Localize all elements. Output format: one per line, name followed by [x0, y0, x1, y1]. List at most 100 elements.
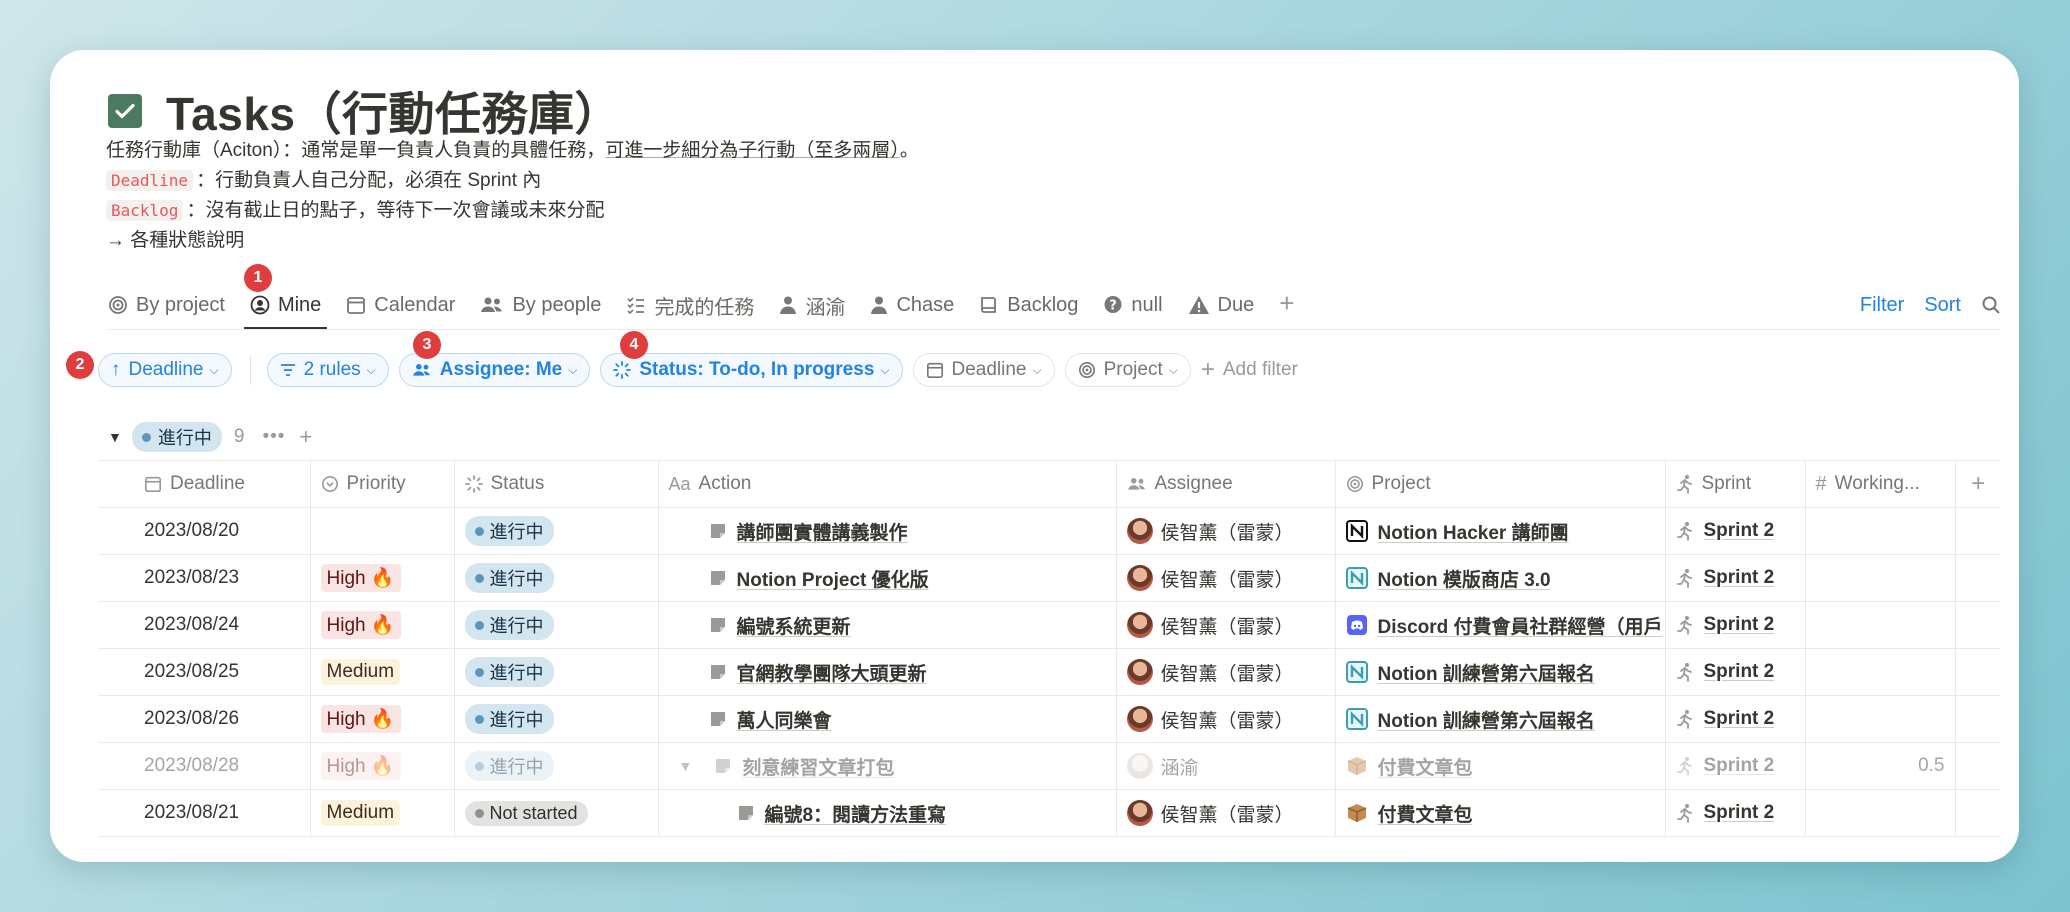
cell-action[interactable]: 官網教學團隊大頭更新: [658, 648, 1117, 696]
cell-action[interactable]: 編號系統更新: [658, 601, 1117, 649]
cell-priority[interactable]: High 🔥: [310, 695, 455, 743]
cell-sprint[interactable]: Sprint 2: [1665, 742, 1806, 790]
rules-chip[interactable]: 2 rules ⌵: [266, 353, 389, 387]
collapse-triangle-icon[interactable]: ▼: [108, 429, 122, 445]
action-title[interactable]: 編號8：閱讀方法重寫: [765, 800, 947, 827]
cell-assignee[interactable]: 侯智薰（雷蒙）: [1116, 554, 1336, 602]
cell-project[interactable]: Notion Hacker 講師團: [1335, 507, 1666, 555]
cell-priority[interactable]: Medium: [310, 648, 455, 696]
action-title[interactable]: 講師團實體講義製作: [737, 518, 908, 545]
sort-chip[interactable]: ↑ Deadline ⌵: [98, 353, 232, 387]
project-link[interactable]: Discord 付費會員社群經營（用戶: [1378, 612, 1663, 639]
tab-completed-tasks[interactable]: 完成的任務: [626, 285, 754, 325]
cell-sprint[interactable]: Sprint 2: [1665, 507, 1806, 555]
sprint-link[interactable]: Sprint 2: [1704, 520, 1775, 542]
cell-action[interactable]: ▼ 刻意練習文章打包: [658, 742, 1117, 790]
col-header-priority[interactable]: Priority: [310, 460, 455, 508]
table-row[interactable]: 2023/08/26 High 🔥 進行中 萬人同樂會 侯智薰（雷蒙） Notion 訓練…: [98, 695, 2001, 743]
cell-status[interactable]: 進行中: [454, 554, 659, 602]
table-row[interactable]: 2023/08/23 High 🔥 進行中 Notion Project 優化版 侯智薰…: [98, 554, 2001, 602]
project-link[interactable]: 付費文章包: [1378, 753, 1473, 780]
deadline-filter-chip[interactable]: Deadline ⌵: [912, 353, 1055, 387]
action-title[interactable]: 刻意練習文章打包: [742, 753, 894, 780]
cell-working[interactable]: 0.5: [1805, 742, 1956, 790]
project-filter-chip[interactable]: Project ⌵: [1064, 353, 1191, 387]
sprint-link[interactable]: Sprint 2: [1704, 567, 1775, 589]
add-view-plus-icon[interactable]: +: [1279, 285, 1294, 321]
col-header-project[interactable]: Project: [1335, 460, 1666, 508]
sprint-link[interactable]: Sprint 2: [1704, 755, 1775, 777]
cell-working[interactable]: [1805, 789, 1956, 837]
project-link[interactable]: Notion 訓練營第六屆報名: [1378, 659, 1595, 686]
cell-assignee[interactable]: 侯智薰（雷蒙）: [1116, 507, 1336, 555]
cell-deadline[interactable]: 2023/08/21: [98, 789, 311, 837]
cell-assignee[interactable]: 涵渝: [1116, 742, 1336, 790]
action-title[interactable]: Notion Project 優化版: [737, 565, 929, 592]
cell-sprint[interactable]: Sprint 2: [1665, 554, 1806, 602]
cell-working[interactable]: [1805, 695, 1956, 743]
cell-project[interactable]: Notion 訓練營第六屆報名: [1335, 648, 1666, 696]
tab-backlog[interactable]: Backlog: [979, 285, 1078, 325]
cell-deadline[interactable]: 2023/08/25: [98, 648, 311, 696]
cell-action[interactable]: 編號8：閱讀方法重寫: [658, 789, 1117, 837]
cell-project[interactable]: Notion 模版商店 3.0: [1335, 554, 1666, 602]
cell-status[interactable]: 進行中: [454, 742, 659, 790]
cell-priority[interactable]: High 🔥: [310, 601, 455, 649]
sort-button[interactable]: Sort: [1924, 294, 1961, 317]
col-header-sprint[interactable]: Sprint: [1665, 460, 1806, 508]
cell-project[interactable]: 付費文章包: [1335, 742, 1666, 790]
action-title[interactable]: 官網教學團隊大頭更新: [737, 659, 927, 686]
cell-assignee[interactable]: 侯智薰（雷蒙）: [1116, 648, 1336, 696]
cell-priority[interactable]: High 🔥: [310, 742, 455, 790]
cell-sprint[interactable]: Sprint 2: [1665, 648, 1806, 696]
table-row[interactable]: 2023/08/20 進行中 講師團實體講義製作 侯智薰（雷蒙） Notion Hack…: [98, 507, 2001, 555]
cell-status[interactable]: 進行中: [454, 695, 659, 743]
tab-hanyu[interactable]: 涵渝: [779, 285, 845, 325]
cell-deadline[interactable]: 2023/08/23: [98, 554, 311, 602]
cell-assignee[interactable]: 侯智薰（雷蒙）: [1116, 789, 1336, 837]
add-to-group-plus-icon[interactable]: +: [299, 424, 312, 450]
sprint-link[interactable]: Sprint 2: [1704, 661, 1775, 683]
tab-by-project[interactable]: By project: [108, 285, 225, 325]
table-row[interactable]: 2023/08/21 Medium Not started 編號8：閱讀方法重寫 侯智薰…: [98, 789, 2001, 837]
cell-deadline[interactable]: 2023/08/26: [98, 695, 311, 743]
filter-button[interactable]: Filter: [1860, 294, 1904, 317]
tab-chase[interactable]: Chase: [870, 285, 954, 325]
cell-working[interactable]: [1805, 507, 1956, 555]
cell-working[interactable]: [1805, 554, 1956, 602]
project-link[interactable]: Notion Hacker 講師團: [1378, 518, 1569, 545]
col-header-status[interactable]: Status: [454, 460, 659, 508]
col-header-working[interactable]: # Working...: [1805, 460, 1956, 508]
col-header-action[interactable]: Aa Action: [658, 460, 1117, 508]
cell-action[interactable]: 講師團實體講義製作: [658, 507, 1117, 555]
project-link[interactable]: 付費文章包: [1378, 800, 1473, 827]
add-column-plus-icon[interactable]: +: [1955, 460, 2001, 508]
tab-calendar[interactable]: Calendar: [346, 285, 455, 325]
sprint-link[interactable]: Sprint 2: [1704, 802, 1775, 824]
expand-triangle-icon[interactable]: ▼: [679, 758, 693, 774]
cell-action[interactable]: 萬人同樂會: [658, 695, 1117, 743]
col-header-deadline[interactable]: Deadline: [98, 460, 311, 508]
cell-deadline[interactable]: 2023/08/20: [98, 507, 311, 555]
cell-sprint[interactable]: Sprint 2: [1665, 789, 1806, 837]
col-header-assignee[interactable]: Assignee: [1116, 460, 1336, 508]
table-row[interactable]: 2023/08/25 Medium 進行中 官網教學團隊大頭更新 侯智薰（雷蒙） Noti…: [98, 648, 2001, 696]
action-title[interactable]: 編號系統更新: [737, 612, 851, 639]
cell-action[interactable]: Notion Project 優化版: [658, 554, 1117, 602]
cell-assignee[interactable]: 侯智薰（雷蒙）: [1116, 601, 1336, 649]
tab-null[interactable]: ? null: [1103, 285, 1163, 325]
cell-status[interactable]: 進行中: [454, 601, 659, 649]
cell-sprint[interactable]: Sprint 2: [1665, 601, 1806, 649]
tab-by-people[interactable]: By people: [480, 285, 601, 325]
tab-due[interactable]: Due: [1188, 285, 1254, 325]
project-link[interactable]: Notion 模版商店 3.0: [1378, 565, 1551, 592]
more-icon[interactable]: •••: [262, 426, 285, 448]
cell-priority[interactable]: High 🔥: [310, 554, 455, 602]
table-row[interactable]: 2023/08/24 High 🔥 進行中 編號系統更新 侯智薰（雷蒙） Discord …: [98, 601, 2001, 649]
status-doc-link[interactable]: → 各種狀態說明: [106, 226, 919, 256]
sprint-link[interactable]: Sprint 2: [1704, 614, 1775, 636]
cell-deadline[interactable]: 2023/08/28: [98, 742, 311, 790]
cell-working[interactable]: [1805, 601, 1956, 649]
cell-priority[interactable]: Medium: [310, 789, 455, 837]
search-icon[interactable]: [1981, 295, 2001, 315]
